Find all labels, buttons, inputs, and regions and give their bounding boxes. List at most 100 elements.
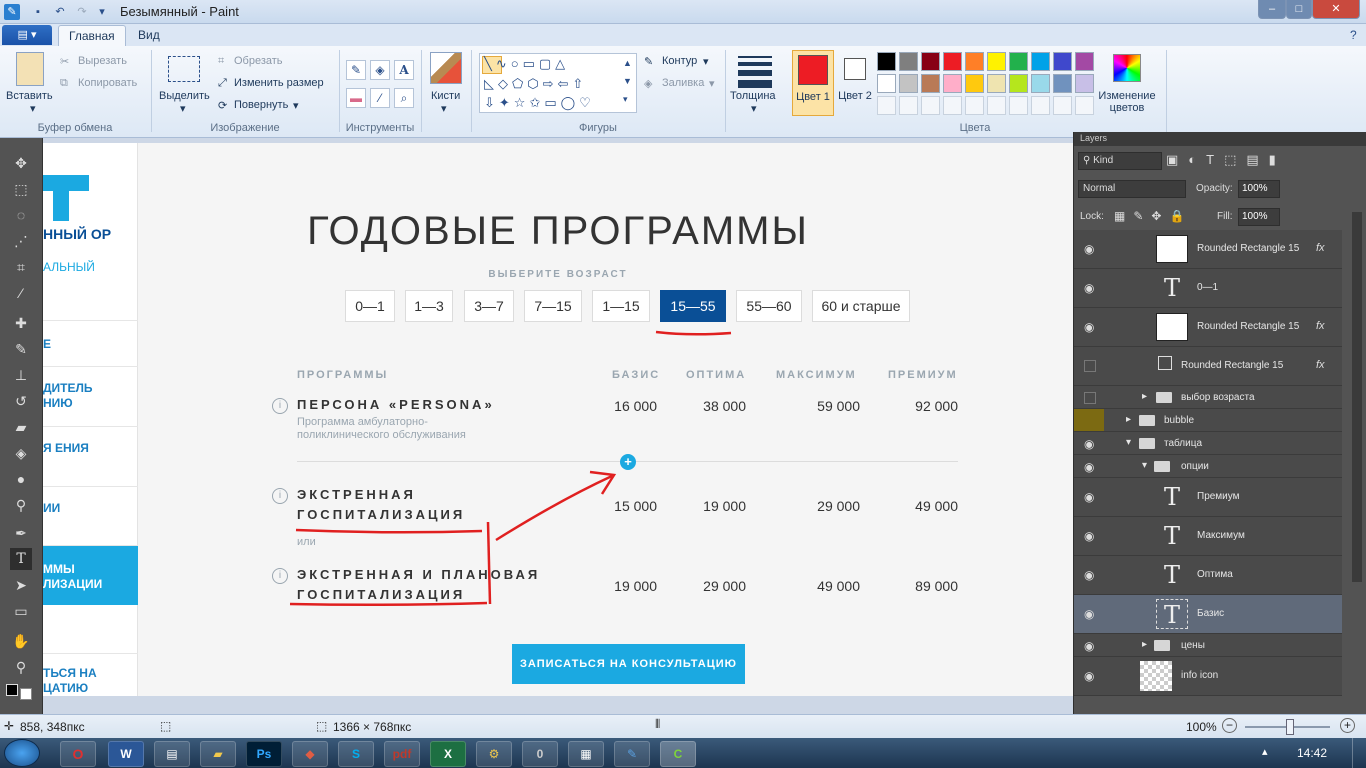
quick-access-dropdown-icon[interactable]: ▾ — [94, 4, 110, 20]
palette-color-swatch[interactable] — [1053, 52, 1072, 71]
palette-color-swatch[interactable] — [943, 52, 962, 71]
rotate-dropdown-icon[interactable]: ▾ — [293, 99, 299, 112]
age-button-0-1[interactable]: 0—1 — [345, 290, 395, 322]
eraser-tool-icon[interactable]: ▰ — [10, 416, 32, 438]
layers-tab[interactable]: Layers — [1080, 133, 1107, 143]
palette-color-swatch[interactable] — [899, 96, 918, 115]
edit-colors-icon[interactable] — [1113, 54, 1141, 82]
palette-color-swatch[interactable] — [877, 74, 896, 93]
sidebar-link-3[interactable]: Я ЕНИЯ — [43, 426, 138, 486]
expand-arrow-icon[interactable]: ▸ — [1142, 639, 1147, 650]
layer-row[interactable]: ◉ T Оптима — [1074, 556, 1342, 595]
palette-color-swatch[interactable] — [899, 52, 918, 71]
type-tool-icon[interactable]: T — [10, 548, 32, 570]
palette-color-swatch[interactable] — [899, 74, 918, 93]
shapes-gallery[interactable]: ╲∿○▭▢△ ◺◇⬠⬡⇨⇦⇧ ⇩✦☆✩▭◯♡ — [479, 53, 637, 113]
palette-color-swatch[interactable] — [1075, 96, 1094, 115]
path-select-icon[interactable]: ➤ — [10, 574, 32, 596]
fill-button[interactable]: Заливка — [662, 77, 704, 89]
redo-icon[interactable]: ↷ — [74, 4, 90, 20]
tab-view[interactable]: Вид — [128, 25, 170, 46]
fill-input[interactable]: 100% — [1238, 208, 1280, 226]
notepad-taskbar-icon[interactable]: ▤ — [154, 741, 190, 767]
select-button[interactable]: Выделить — [159, 90, 210, 102]
stamp-tool-icon[interactable]: ⊥ — [10, 364, 32, 386]
outline-dropdown-icon[interactable]: ▾ — [703, 55, 709, 68]
marquee-tool-icon[interactable]: ⬚ — [10, 178, 32, 200]
visibility-eye-icon[interactable]: ◉ — [1084, 320, 1098, 334]
fx-icon[interactable]: fx — [1316, 320, 1325, 332]
palette-color-swatch[interactable] — [943, 74, 962, 93]
tab-home[interactable]: Главная — [58, 25, 126, 46]
sidebar-link-4[interactable]: ИИ — [43, 486, 138, 545]
shapes-row-2-icons[interactable]: ◺◇⬠⬡⇨⇦⇧ — [484, 74, 587, 94]
palette-color-swatch[interactable] — [921, 52, 940, 71]
palette-color-swatch[interactable] — [1031, 74, 1050, 93]
visibility-eye-icon[interactable]: ◉ — [1084, 242, 1098, 256]
tray-expand-icon[interactable]: ▴ — [1262, 745, 1268, 758]
layers-list[interactable]: ◉ Rounded Rectangle 15 fx ◉ T 0—1 ◉ Roun… — [1074, 230, 1342, 714]
pen-tool-icon[interactable]: ✒ — [10, 522, 32, 544]
magnifier-icon[interactable]: ⌕ — [394, 88, 414, 108]
palette-color-swatch[interactable] — [921, 74, 940, 93]
palette-color-swatch[interactable] — [1053, 96, 1072, 115]
palette-color-swatch[interactable] — [921, 96, 940, 115]
expand-arrow-icon[interactable]: ▸ — [1142, 391, 1147, 402]
color1-button[interactable]: Цвет 1 — [792, 50, 834, 116]
sidebar-link-consult[interactable]: ТЬСЯ НА ЦАТИЮ — [43, 653, 138, 696]
layer-row[interactable]: ◉ T Максимум — [1074, 517, 1342, 556]
bucket-tool-icon[interactable]: ◈ — [10, 442, 32, 464]
minimize-button[interactable]: – — [1258, 0, 1286, 19]
brushes-icon[interactable] — [430, 52, 462, 84]
clock[interactable]: 14:42 — [1297, 746, 1327, 760]
active-app-taskbar-icon[interactable]: C — [660, 741, 696, 767]
start-button[interactable] — [4, 739, 40, 767]
age-button-1-3[interactable]: 1—3 — [405, 290, 453, 322]
history-brush-icon[interactable]: ↺ — [10, 390, 32, 412]
opacity-input[interactable]: 100% — [1238, 180, 1280, 198]
pdf-taskbar-icon[interactable]: pdf — [384, 741, 420, 767]
shapes-row-3-icons[interactable]: ⇩✦☆✩▭◯♡ — [484, 94, 595, 112]
horizontal-scroll-grip-icon[interactable]: ⦀ — [655, 717, 660, 732]
save-icon[interactable]: ▪ — [30, 4, 46, 20]
palette-color-swatch[interactable] — [1009, 96, 1028, 115]
color2-button[interactable]: Цвет 2 — [838, 90, 872, 102]
color2-swatch[interactable] — [844, 58, 866, 80]
palette-color-swatch[interactable] — [1009, 74, 1028, 93]
visibility-eye-icon[interactable]: ◉ — [1084, 607, 1098, 621]
info-icon[interactable]: i — [272, 568, 288, 584]
palette-color-swatch[interactable] — [965, 74, 984, 93]
layer-group-row[interactable]: ◉ ▾ таблица — [1074, 432, 1342, 455]
paint-taskbar-icon[interactable]: ✎ — [614, 741, 650, 767]
expand-arrow-icon[interactable]: ▸ — [1126, 414, 1131, 425]
zoom-out-button[interactable]: − — [1222, 718, 1237, 733]
visibility-eye-icon[interactable]: ◉ — [1084, 281, 1098, 295]
git-taskbar-icon[interactable]: ◆ — [292, 741, 328, 767]
palette-color-swatch[interactable] — [987, 96, 1006, 115]
age-button-7-15[interactable]: 7—15 — [524, 290, 582, 322]
brush-tool-icon[interactable]: ✎ — [10, 338, 32, 360]
layers-scrollbar[interactable] — [1352, 212, 1362, 582]
age-button-55-60[interactable]: 55—60 — [736, 290, 802, 322]
lock-icons[interactable]: ▦✎✥🔒 — [1114, 209, 1192, 223]
consult-button[interactable]: ЗАПИСАТЬСЯ НА КОНСУЛЬТАЦИЮ — [512, 644, 745, 684]
layer-row[interactable]: ◉ Rounded Rectangle 15 fx — [1074, 308, 1342, 347]
fill-bucket-icon[interactable]: ◈ — [370, 60, 390, 80]
skype-taskbar-icon[interactable]: S — [338, 741, 374, 767]
explorer-taskbar-icon[interactable]: ▰ — [200, 741, 236, 767]
layer-row[interactable]: ◉ T Премиум — [1074, 478, 1342, 517]
palette-color-swatch[interactable] — [1075, 74, 1094, 93]
palette-color-swatch[interactable] — [943, 96, 962, 115]
foreground-color-icon[interactable] — [6, 684, 18, 696]
word-taskbar-icon[interactable]: W — [108, 741, 144, 767]
fill-dropdown-icon[interactable]: ▾ — [709, 77, 715, 90]
size-button[interactable]: Толщина — [730, 90, 776, 102]
eraser-icon[interactable]: ▬ — [346, 88, 366, 108]
sidebar-link-2[interactable]: ДИТЕЛЬ НИЮ — [43, 366, 138, 426]
close-button[interactable]: ✕ — [1312, 0, 1360, 19]
age-button-3-7[interactable]: 3—7 — [464, 290, 514, 322]
palette-color-swatch[interactable] — [1031, 96, 1050, 115]
text-tool-icon[interactable]: A — [394, 60, 414, 80]
layer-group-row[interactable]: ▸ bubble — [1074, 409, 1342, 432]
visibility-eye-icon[interactable]: ◉ — [1084, 490, 1098, 504]
